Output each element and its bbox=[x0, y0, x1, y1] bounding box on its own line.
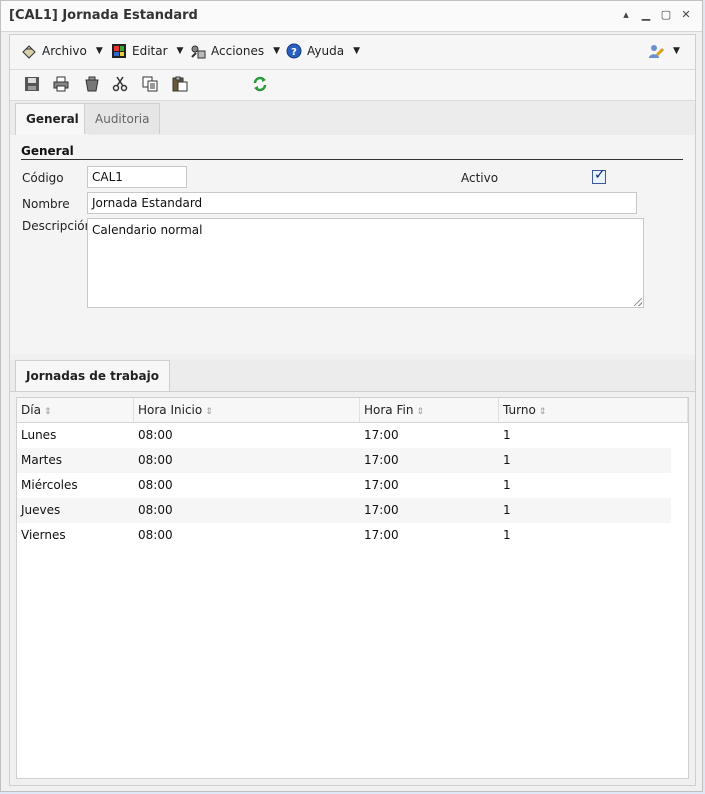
cut-icon[interactable] bbox=[112, 76, 128, 92]
sort-icon: ⇕ bbox=[205, 407, 213, 417]
grid-header: Día ⇕ Hora Inicio ⇕ Hora Fin ⇕ Turno ⇕ bbox=[17, 398, 688, 423]
form-tabs: General Auditoria bbox=[10, 101, 695, 136]
cell-turno: 1 bbox=[503, 528, 511, 542]
cell-hora-inicio: 08:00 bbox=[138, 478, 173, 492]
svg-text:?: ? bbox=[291, 47, 297, 58]
tab-auditoria[interactable]: Auditoria bbox=[84, 103, 161, 134]
cell-hora-fin: 17:00 bbox=[364, 503, 399, 517]
collapse-icon[interactable]: ▴ bbox=[620, 9, 632, 21]
cell-dia: Martes bbox=[21, 453, 62, 467]
menu-ayuda-label: Ayuda bbox=[307, 44, 345, 58]
resize-grip-icon[interactable] bbox=[634, 298, 642, 306]
table-row[interactable]: Miércoles 08:00 17:00 1 bbox=[17, 473, 671, 498]
minimize-icon[interactable]: ▁ bbox=[640, 9, 652, 21]
form-frame: Archivo ▼ Editar ▼ Acciones ▼ ? Ayuda ▼ … bbox=[9, 34, 696, 786]
cell-dia: Miércoles bbox=[21, 478, 78, 492]
cell-hora-inicio: 08:00 bbox=[138, 428, 173, 442]
chevron-down-icon: ▼ bbox=[176, 46, 184, 56]
cell-turno: 1 bbox=[503, 428, 511, 442]
checkmark-icon: ✓ bbox=[594, 167, 606, 183]
jornadas-tabs: Jornadas de trabajo bbox=[10, 360, 695, 392]
cell-turno: 1 bbox=[503, 453, 511, 467]
sort-icon: ⇕ bbox=[538, 407, 547, 417]
table-row[interactable]: Lunes 08:00 17:00 1 bbox=[17, 423, 671, 448]
codigo-field[interactable]: CAL1 bbox=[87, 166, 187, 188]
menu-archivo-label: Archivo bbox=[42, 44, 87, 58]
column-header-hora-fin[interactable]: Hora Fin ⇕ bbox=[360, 398, 499, 422]
jornadas-grid: Día ⇕ Hora Inicio ⇕ Hora Fin ⇕ Turno ⇕ Lunes… bbox=[16, 397, 689, 779]
menu-editar[interactable]: Editar ▼ bbox=[111, 43, 183, 59]
archive-icon bbox=[22, 45, 36, 59]
table-row[interactable]: Martes 08:00 17:00 1 bbox=[17, 448, 671, 473]
table-row[interactable]: Viernes 08:00 17:00 1 bbox=[17, 523, 671, 548]
copy-icon[interactable] bbox=[142, 76, 158, 92]
menu-acciones-label: Acciones bbox=[211, 44, 265, 58]
descripcion-label: Descripción bbox=[22, 219, 93, 233]
section-title: General bbox=[21, 144, 74, 158]
refresh-icon[interactable] bbox=[252, 76, 268, 92]
column-header-hora-inicio[interactable]: Hora Inicio ⇕ bbox=[134, 398, 360, 422]
user-menu[interactable]: ▼ bbox=[648, 43, 680, 59]
delete-icon[interactable] bbox=[84, 76, 100, 92]
nombre-field[interactable]: Jornada Estandard bbox=[87, 192, 637, 214]
user-pencil-icon bbox=[649, 45, 664, 58]
menu-archivo[interactable]: Archivo ▼ bbox=[21, 43, 103, 59]
table-row[interactable]: Jueves 08:00 17:00 1 bbox=[17, 498, 671, 523]
window-titlebar[interactable]: [CAL1] Jornada Estandard ▴ ▁ ▢ ✕ bbox=[1, 1, 702, 32]
activo-checkbox[interactable]: ✓ bbox=[592, 167, 606, 184]
general-panel: General Código CAL1 Activo ✓ Nombre Jorn… bbox=[10, 135, 695, 354]
form-window: [CAL1] Jornada Estandard ▴ ▁ ▢ ✕ Archivo… bbox=[0, 0, 703, 792]
chevron-down-icon: ▼ bbox=[353, 46, 360, 56]
edit-grid-icon bbox=[112, 44, 126, 58]
print-icon[interactable] bbox=[53, 76, 69, 92]
column-header-label: Hora Inicio bbox=[138, 403, 203, 417]
menu-acciones[interactable]: Acciones ▼ bbox=[190, 43, 280, 59]
column-header-turno[interactable]: Turno ⇕ bbox=[499, 398, 688, 422]
help-icon: ? bbox=[286, 43, 302, 59]
cell-dia: Viernes bbox=[21, 528, 66, 542]
cell-turno: 1 bbox=[503, 478, 511, 492]
codigo-label: Código bbox=[22, 171, 64, 185]
menu-ayuda[interactable]: ? Ayuda ▼ bbox=[286, 43, 360, 59]
cell-hora-inicio: 08:00 bbox=[138, 528, 173, 542]
paste-icon[interactable] bbox=[172, 76, 188, 92]
descripcion-value: Calendario normal bbox=[92, 223, 203, 237]
column-header-label: Día bbox=[21, 403, 41, 417]
cell-hora-fin: 17:00 bbox=[364, 453, 399, 467]
save-icon[interactable] bbox=[24, 76, 40, 92]
chevron-down-icon: ▼ bbox=[273, 46, 281, 56]
cell-hora-inicio: 08:00 bbox=[138, 503, 173, 517]
cell-hora-inicio: 08:00 bbox=[138, 453, 173, 467]
activo-label: Activo bbox=[461, 171, 499, 185]
cell-turno: 1 bbox=[503, 503, 511, 517]
cell-hora-fin: 17:00 bbox=[364, 528, 399, 542]
sort-icon: ⇕ bbox=[416, 407, 424, 417]
chevron-down-icon: ▼ bbox=[673, 46, 680, 56]
menubar: Archivo ▼ Editar ▼ Acciones ▼ ? Ayuda ▼ … bbox=[10, 35, 695, 70]
descripcion-field[interactable]: Calendario normal bbox=[87, 218, 644, 308]
nombre-label: Nombre bbox=[22, 197, 70, 211]
toolbar bbox=[10, 70, 695, 101]
column-header-label: Hora Fin bbox=[364, 403, 414, 417]
menu-editar-label: Editar bbox=[132, 44, 168, 58]
cell-hora-fin: 17:00 bbox=[364, 478, 399, 492]
window-title: [CAL1] Jornada Estandard bbox=[9, 8, 198, 23]
section-divider bbox=[21, 159, 683, 160]
sort-icon: ⇕ bbox=[43, 407, 52, 417]
cell-dia: Lunes bbox=[21, 428, 57, 442]
tab-general[interactable]: General bbox=[15, 103, 90, 135]
actions-icon bbox=[191, 45, 206, 59]
column-header-dia[interactable]: Día ⇕ bbox=[17, 398, 134, 422]
column-header-label: Turno bbox=[503, 403, 536, 417]
close-icon[interactable]: ✕ bbox=[680, 9, 692, 21]
jornadas-panel: Jornadas de trabajo Día ⇕ Hora Inicio ⇕ Ho… bbox=[10, 360, 695, 785]
cell-hora-fin: 17:00 bbox=[364, 428, 399, 442]
chevron-down-icon: ▼ bbox=[95, 46, 103, 56]
tab-jornadas-de-trabajo[interactable]: Jornadas de trabajo bbox=[15, 360, 170, 391]
maximize-icon[interactable]: ▢ bbox=[660, 9, 672, 21]
cell-dia: Jueves bbox=[21, 503, 61, 517]
